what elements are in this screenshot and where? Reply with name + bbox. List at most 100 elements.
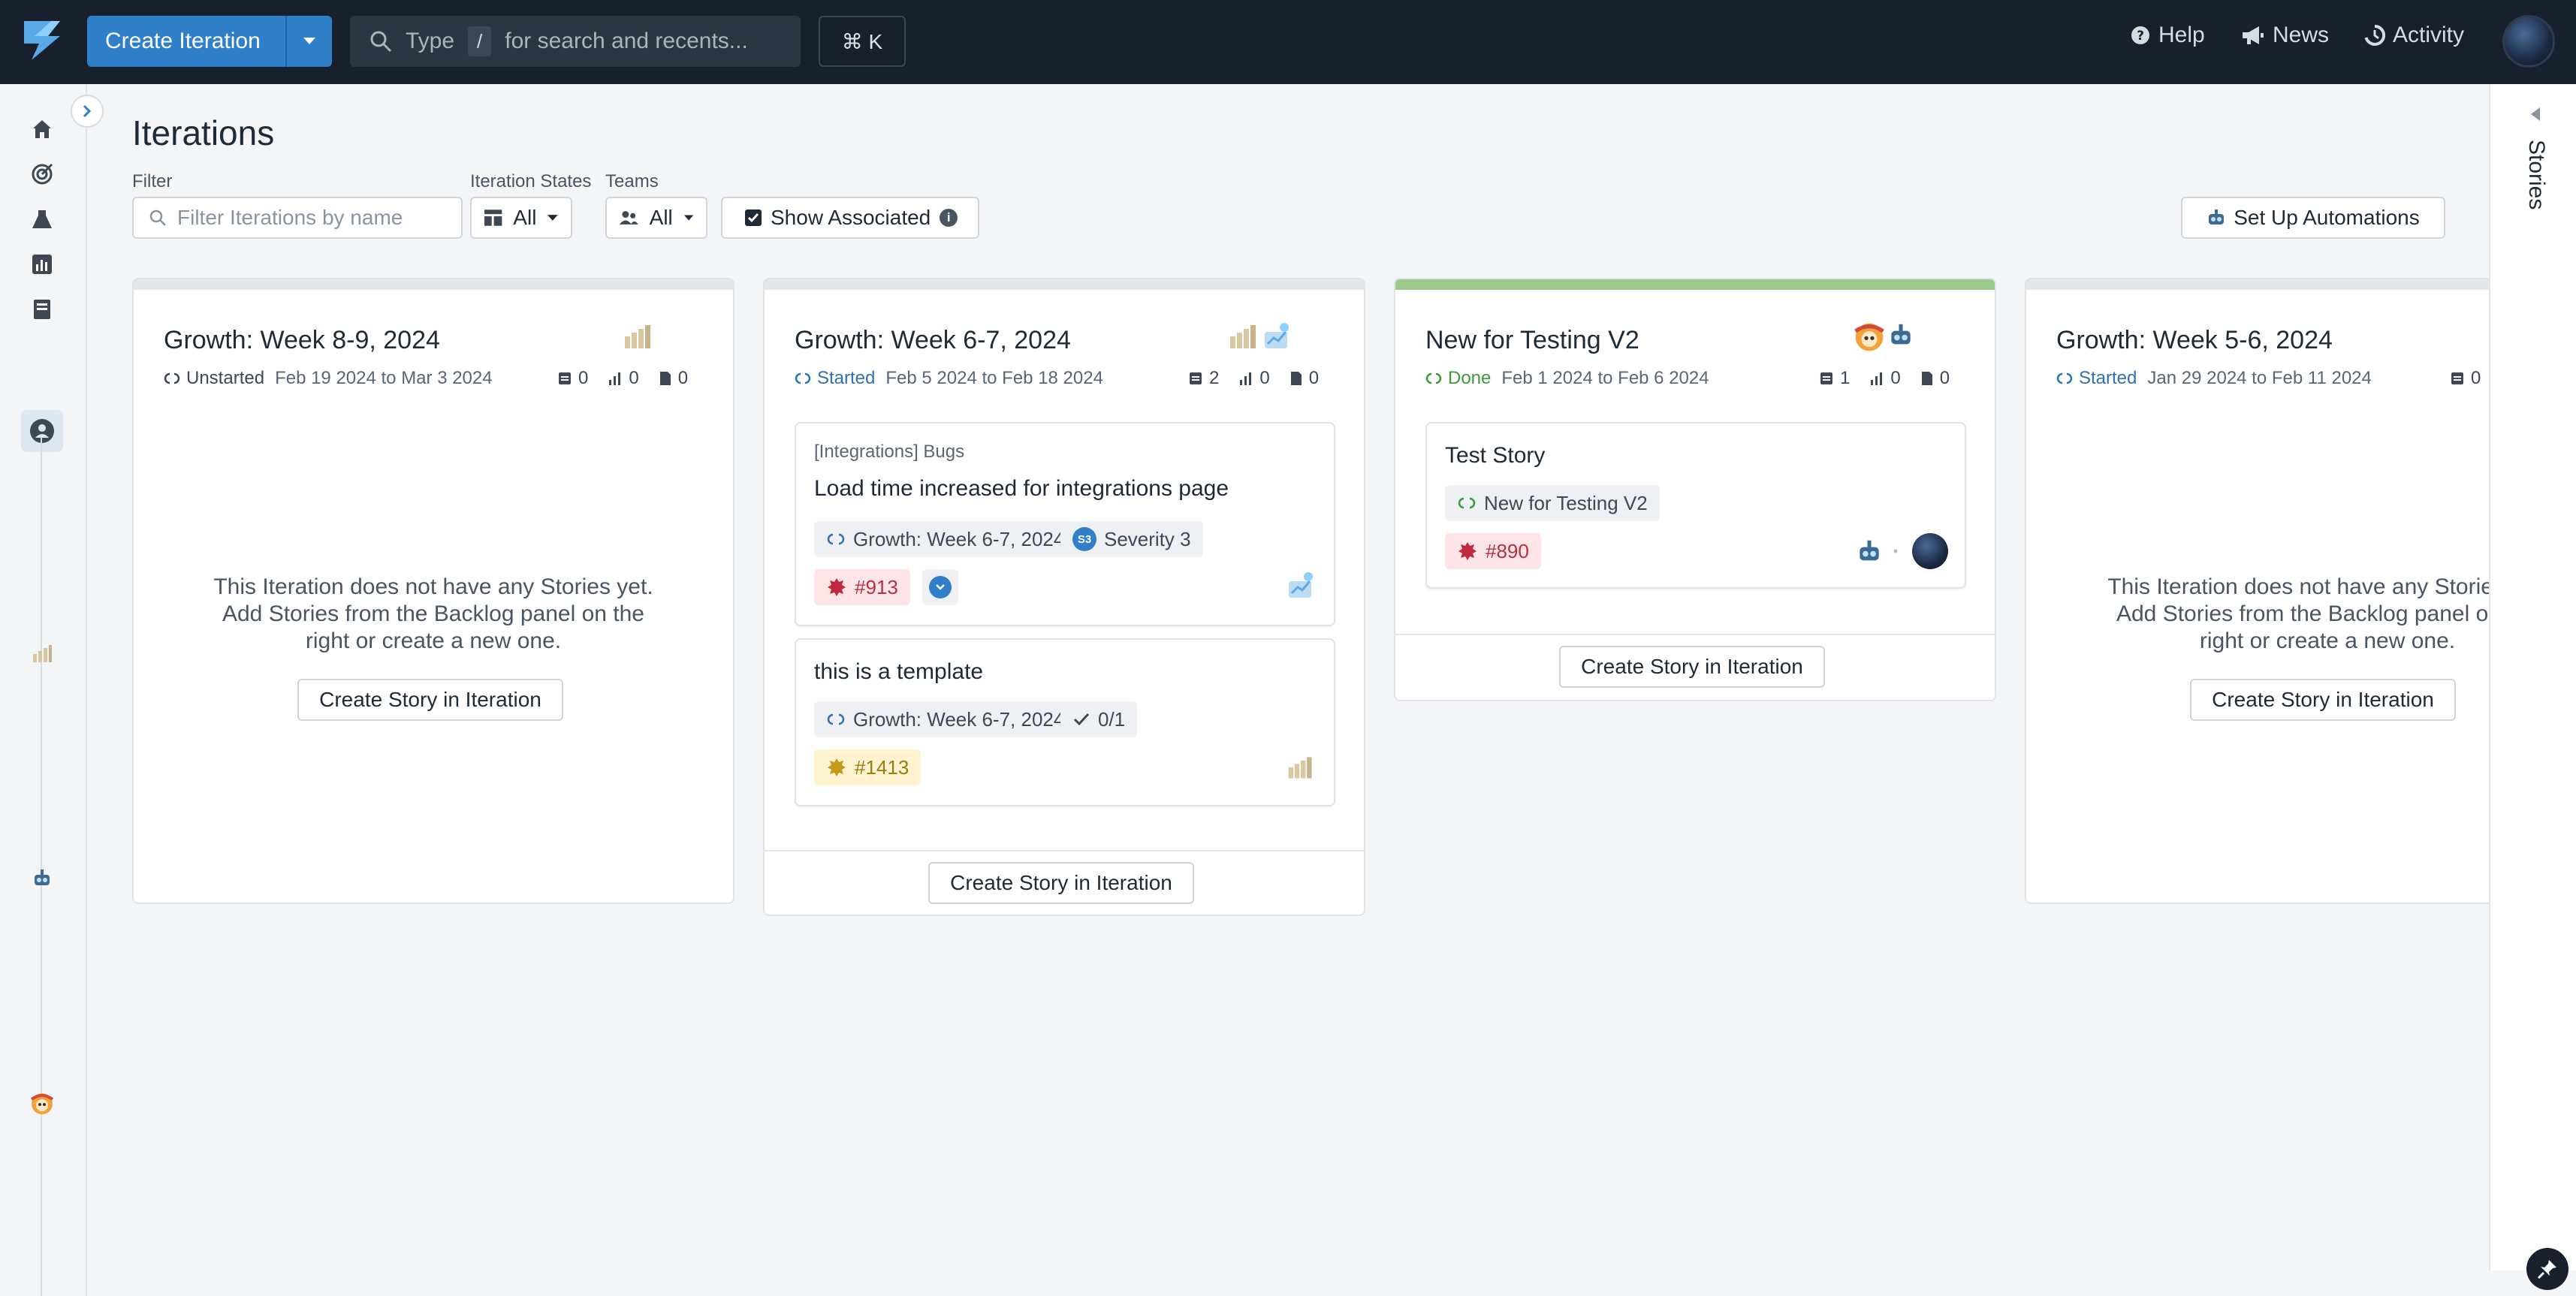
iteration-started-icon [795,372,811,384]
story-title[interactable]: this is a template [814,659,983,685]
create-story-in-iteration-button[interactable]: Create Story in Iteration [297,679,563,721]
team-bars-icon[interactable] [1227,321,1260,351]
doc-icon [1921,372,1932,385]
story-title[interactable]: Load time increased for integrations pag… [814,476,1229,502]
stories-count: 0 [2450,368,2481,389]
state-badge: Unstarted [164,368,264,389]
activity-label: Activity [2393,23,2465,47]
severity-icon: S3 [1072,527,1096,551]
teams-dropdown[interactable]: All [605,197,707,239]
story-iteration-chip[interactable]: Growth: Week 6-7, 2024 [814,521,1077,557]
team-chart-icon[interactable] [1286,571,1316,601]
docs-count: 0 [659,368,688,389]
story-id-chip[interactable]: #890 [1445,533,1541,569]
story-icon [1820,372,1832,384]
expand-nav-chevron-right-icon[interactable] [71,95,104,128]
checkbox-checked-icon[interactable] [745,209,762,226]
set-up-automations-button[interactable]: Set Up Automations [2181,197,2445,239]
story-iteration-chip[interactable]: New for Testing V2 [1445,485,1660,521]
search-bar[interactable]: Type / for search and recents... [350,16,801,67]
story-epic[interactable]: [Integrations] Bugs [814,442,964,463]
story-id: #1413 [855,755,909,779]
create-options-chevron-down-icon[interactable] [285,16,332,67]
teams-value: All [649,206,673,229]
story-id-chip[interactable]: #913 [814,569,910,605]
iteration-title[interactable]: Growth: Week 5-6, 2024 [2056,326,2333,355]
create-iteration-button[interactable]: Create Iteration [87,16,332,67]
points-bars-icon [1240,372,1252,385]
team-bars-icon[interactable] [622,321,655,351]
page-title: Iterations [132,113,275,152]
iteration-title[interactable]: New for Testing V2 [1425,326,1639,355]
iteration-icon [827,713,845,725]
filter-placeholder: Filter Iterations by name [177,206,403,229]
empty-message: This Iteration does not have any Stories… [2107,574,2489,653]
panel-expand-caret-icon[interactable] [2529,107,2541,122]
iteration-title[interactable]: Growth: Week 6-7, 2024 [795,326,1071,355]
team-mascot-icon[interactable] [29,1090,56,1117]
state-badge: Done [1425,368,1491,389]
team-icons [1854,321,1915,353]
team-chart-icon[interactable] [1262,321,1292,351]
create-story-in-iteration-button[interactable]: Create Story in Iteration [1559,646,1825,688]
search-icon [370,31,392,53]
shortcut-logo-icon[interactable] [18,17,66,65]
story-card[interactable]: [Integrations] Bugs Load time increased … [795,422,1335,626]
iteration-done-icon [1458,497,1476,509]
separator-dot-icon [1893,549,1898,553]
user-avatar[interactable] [2502,15,2555,68]
points-count: 0 [608,368,639,389]
search-suffix: for search and recents... [505,29,748,53]
iteration-column: Growth: Week 5-6, 2024 Started Jan 29 20… [2025,278,2489,904]
create-story-in-iteration-button[interactable]: Create Story in Iteration [928,862,1194,904]
story-tasks-chip[interactable]: 0/1 [1060,701,1138,737]
objectives-target-icon[interactable] [29,161,56,188]
story-title[interactable]: Test Story [1445,443,1545,469]
news-link[interactable]: News [2241,23,2329,48]
state-badge: Started [2056,368,2137,389]
home-icon[interactable] [29,116,56,143]
story-card[interactable]: this is a template Growth: Week 6-7, 202… [795,638,1335,806]
help-link[interactable]: ? Help [2130,23,2205,48]
stories-panel-tab[interactable]: Stories [2523,140,2549,209]
story-id-chip[interactable]: #1413 [814,749,922,785]
create-story-in-iteration-button[interactable]: Create Story in Iteration [2190,679,2456,721]
activity-link[interactable]: Activity [2364,23,2464,48]
reports-chart-icon[interactable] [29,251,56,278]
epics-flask-icon[interactable] [29,206,56,233]
columns-icon [484,209,502,226]
story-priority-chip[interactable] [922,569,958,605]
iteration-dates: Feb 1 2024 to Feb 6 2024 [1501,368,1709,388]
stories-side-panel [2489,84,2576,1270]
docs-book-icon[interactable] [29,296,56,323]
iteration-title[interactable]: Growth: Week 8-9, 2024 [164,326,440,355]
filter-iterations-input[interactable]: Filter Iterations by name [132,197,463,239]
activity-icon [2364,25,2385,46]
story-iteration-chip[interactable]: Growth: Week 6-7, 2024 [814,701,1077,737]
state-label: Done [1448,368,1492,388]
team-bars-icon[interactable] [29,640,56,667]
megaphone-icon [2243,26,2264,44]
left-nav [0,84,87,1296]
column-status-stripe [765,279,1364,290]
top-bar: Create Iteration Type / for search and r… [0,0,2576,84]
teams-user-icon[interactable] [21,410,63,452]
team-robot-icon[interactable] [1887,321,1915,350]
story-card[interactable]: Test Story New for Testing V2 #890 [1425,422,1966,589]
info-icon[interactable]: i [940,209,958,227]
owner-avatar[interactable] [1912,533,1948,569]
pin-icon[interactable] [2526,1248,2568,1290]
iteration-states-dropdown[interactable]: All [470,197,572,239]
empty-message: This Iteration does not have any Stories… [213,574,653,653]
show-associated-toggle[interactable]: Show Associated i [721,197,979,239]
iteration-meta: Started Jan 29 2024 to Feb 11 2024 [2056,368,2372,389]
story-icon [559,372,571,384]
story-severity-chip[interactable]: S3 Severity 3 [1060,521,1203,557]
team-robot-icon[interactable] [29,865,56,892]
team-robot-icon[interactable] [1855,538,1884,566]
filter-label: Filter [132,171,173,191]
command-palette-button[interactable]: ⌘ K [819,16,906,67]
team-icons [622,321,655,351]
team-bars-icon[interactable] [1286,752,1316,782]
team-mascot-icon[interactable] [1854,321,1885,353]
